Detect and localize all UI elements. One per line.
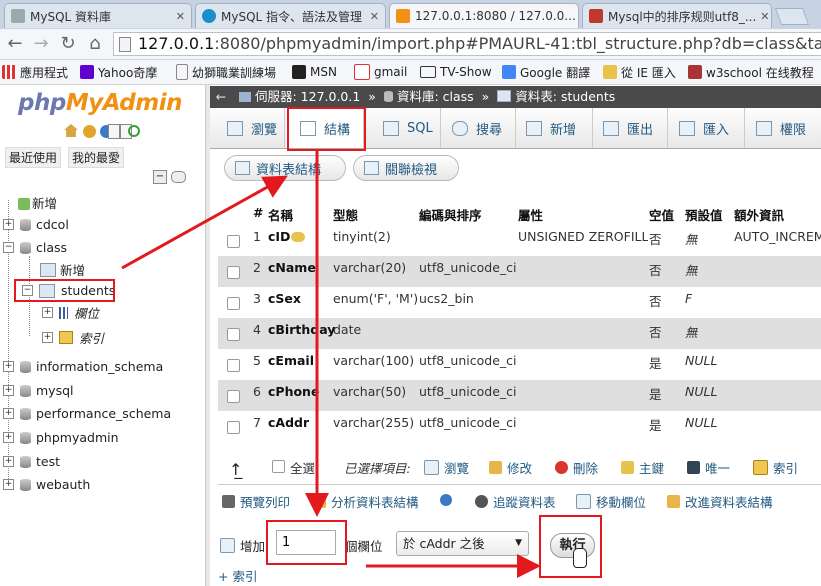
annotation-arrows (121, 150, 541, 578)
arrow-tree-to-subtab (121, 175, 288, 270)
